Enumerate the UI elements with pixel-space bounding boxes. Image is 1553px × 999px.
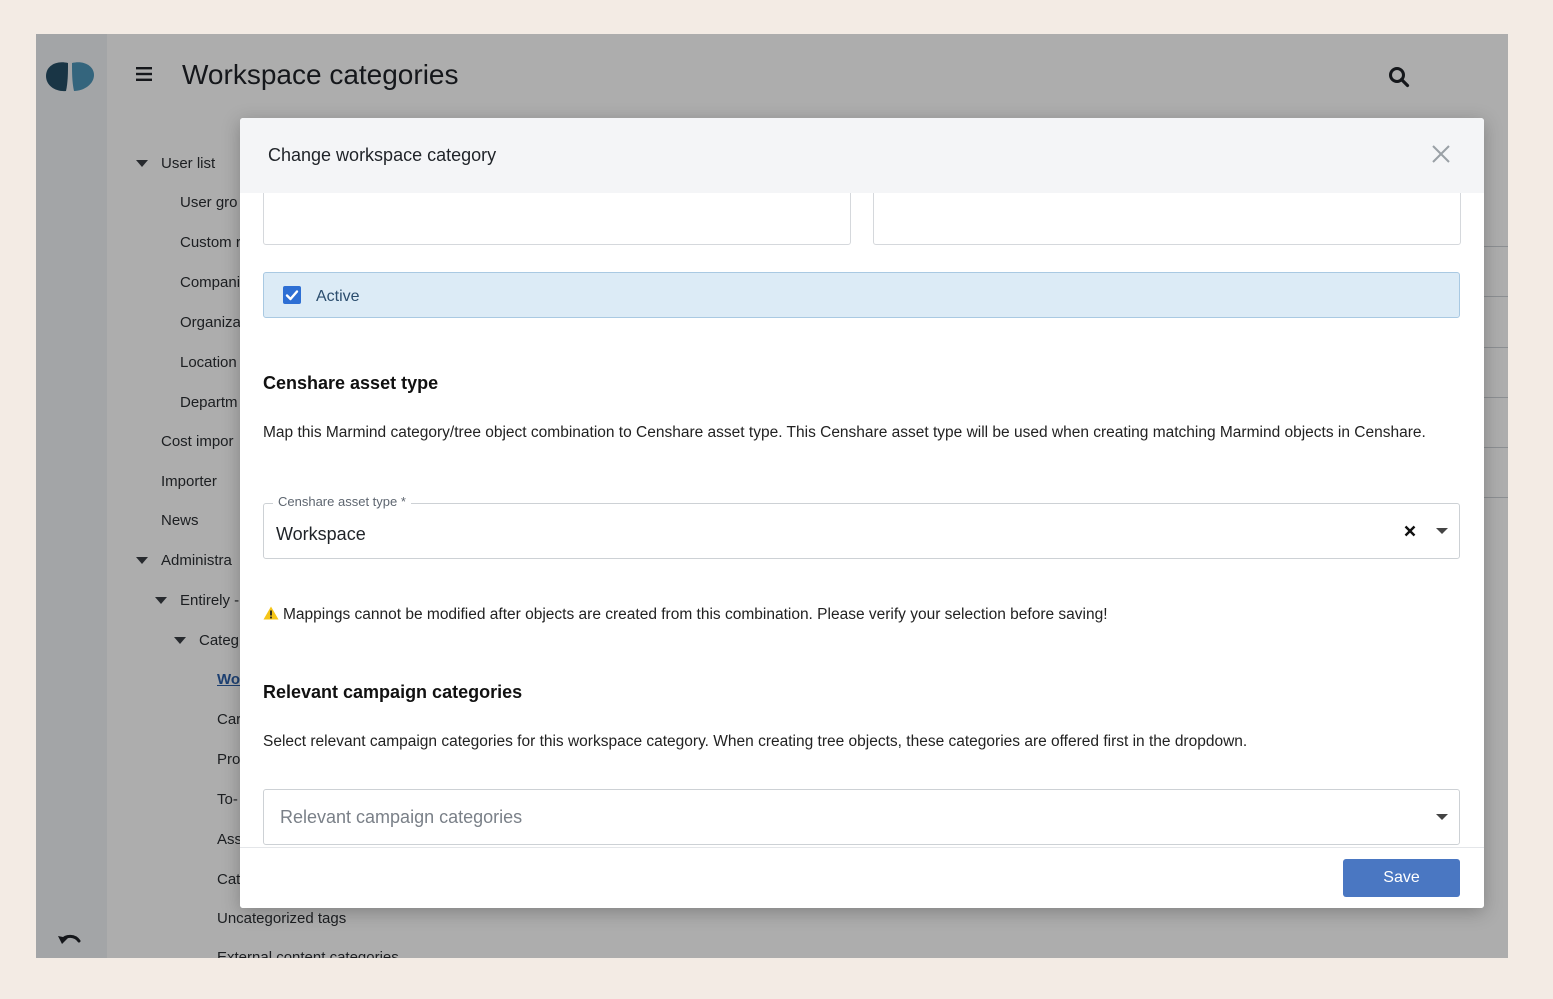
campaign-description: Select relevant campaign categories for … [263, 733, 1248, 750]
censhare-section-title: Censhare asset type [263, 373, 439, 393]
dialog-footer: Save [240, 847, 1484, 908]
chevron-down-icon[interactable] [1436, 814, 1448, 820]
censhare-asset-type-select[interactable]: Censhare asset type * Workspace [263, 494, 1460, 559]
external-id-field[interactable] [873, 193, 1461, 245]
chevron-down-icon[interactable] [1436, 528, 1448, 534]
active-toggle-row[interactable]: Active [263, 272, 1460, 318]
change-workspace-category-dialog: Change workspace category Active Censhar… [240, 118, 1484, 908]
workspace-category-id-field[interactable] [263, 193, 851, 245]
warning-text: Mappings cannot be modified after object… [283, 606, 1108, 623]
dialog-header: Change workspace category [240, 118, 1484, 193]
dialog-title: Change workspace category [268, 145, 497, 165]
warning-icon [263, 606, 279, 620]
clear-selection-icon[interactable] [1404, 525, 1416, 537]
campaign-section-title: Relevant campaign categories [263, 682, 523, 702]
close-icon[interactable] [1430, 143, 1452, 165]
save-button[interactable]: Save [1343, 859, 1460, 897]
relevant-campaign-categories-select[interactable]: Relevant campaign categories [263, 789, 1460, 845]
checkmark-icon [285, 290, 299, 301]
relevant-campaign-categories-placeholder: Relevant campaign categories [280, 807, 523, 827]
dialog-body[interactable]: Active Censhare asset type Map this Marm… [240, 193, 1484, 847]
censhare-asset-type-label: Censhare asset type * [273, 494, 411, 509]
mapping-warning: Mappings cannot be modified after object… [263, 606, 1108, 624]
censhare-description: Map this Marmind category/tree object co… [263, 424, 1426, 441]
active-checkbox[interactable] [283, 286, 301, 304]
censhare-asset-type-value: Workspace [276, 524, 366, 544]
active-label: Active [316, 288, 360, 305]
